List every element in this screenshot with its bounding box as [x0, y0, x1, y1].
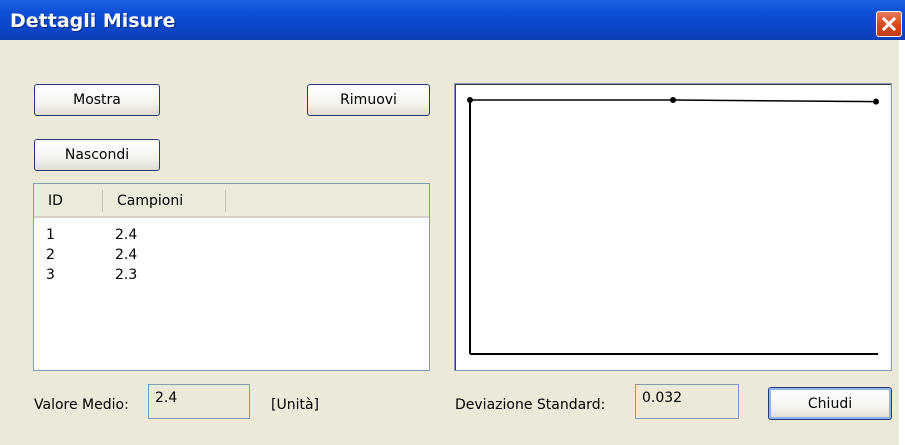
column-separator[interactable] [102, 190, 103, 212]
chart-canvas [467, 97, 879, 355]
row-id: 3 [46, 267, 55, 283]
unit-label: [Unità] [271, 397, 320, 413]
list-header: ID Campioni [34, 184, 429, 218]
mean-value-field: 2.4 [148, 384, 250, 419]
stddev-value-field: 0.032 [635, 384, 739, 419]
mean-label: Valore Medio: [34, 397, 129, 413]
close-window-button[interactable] [876, 11, 902, 37]
title-bar[interactable]: Dettagli Misure [0, 0, 905, 40]
row-value: 2.4 [115, 227, 138, 243]
row-id: 1 [46, 227, 55, 243]
column-header-id[interactable]: ID [48, 193, 63, 209]
row-id: 2 [46, 247, 55, 263]
hide-button[interactable]: Nascondi [34, 139, 160, 171]
row-value: 2.3 [115, 267, 138, 283]
list-item[interactable]: 1 2.4 [34, 226, 429, 246]
column-header-samples[interactable]: Campioni [117, 193, 183, 209]
remove-button[interactable]: Rimuovi [307, 84, 430, 116]
close-icon [881, 16, 897, 32]
window-edge [899, 40, 905, 445]
show-button[interactable]: Mostra [34, 84, 160, 116]
window-title: Dettagli Misure [10, 10, 176, 32]
list-item[interactable]: 3 2.3 [34, 266, 429, 286]
stddev-label: Deviazione Standard: [455, 397, 606, 413]
close-button[interactable]: Chiudi [768, 387, 892, 420]
samples-list[interactable]: ID Campioni 1 2.4 2 2.4 3 2.3 [33, 183, 430, 371]
samples-chart [454, 83, 892, 371]
data-point [670, 97, 676, 103]
row-value: 2.4 [115, 247, 138, 263]
list-item[interactable]: 2 2.4 [34, 246, 429, 266]
data-point [873, 98, 879, 105]
column-separator[interactable] [225, 190, 226, 212]
data-point [467, 97, 473, 103]
